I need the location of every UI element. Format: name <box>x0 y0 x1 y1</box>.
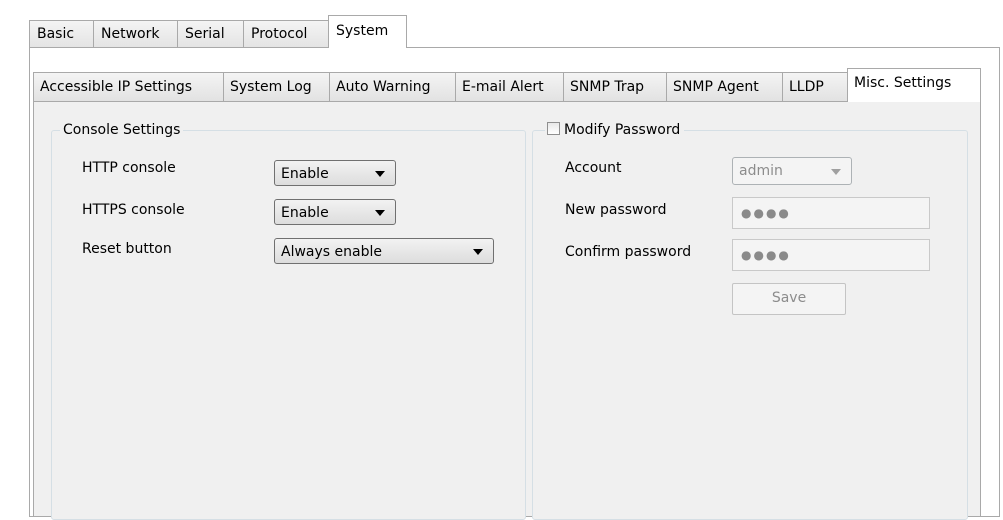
modify-password-group <box>532 130 968 520</box>
https-console-value: Enable <box>281 205 329 221</box>
dropdown-arrow-icon <box>831 169 841 175</box>
account-select[interactable]: admin <box>732 157 852 185</box>
dropdown-arrow-icon <box>473 249 483 255</box>
http-console-select[interactable]: Enable <box>274 160 396 186</box>
http-console-value: Enable <box>281 166 329 182</box>
save-button[interactable]: Save <box>732 283 846 315</box>
reset-button-value: Always enable <box>281 244 382 260</box>
tab-system[interactable]: System <box>328 15 407 48</box>
modify-password-label: Modify Password <box>564 122 681 138</box>
reset-button-label: Reset button <box>82 241 172 257</box>
console-settings-group <box>51 130 526 520</box>
reset-button-select[interactable]: Always enable <box>274 238 494 264</box>
tab-serial[interactable]: Serial <box>177 20 244 47</box>
tab-email-alert[interactable]: E-mail Alert <box>455 72 564 101</box>
new-password-field[interactable]: ●●●● <box>732 197 930 229</box>
tab-system-log[interactable]: System Log <box>223 72 330 101</box>
account-label: Account <box>565 160 622 176</box>
tab-snmp-agent[interactable]: SNMP Agent <box>666 72 783 101</box>
tab-protocol[interactable]: Protocol <box>243 20 329 47</box>
tab-network[interactable]: Network <box>93 20 178 47</box>
modify-password-header: Modify Password <box>545 122 685 138</box>
dropdown-arrow-icon <box>375 171 385 177</box>
tab-basic[interactable]: Basic <box>29 20 94 47</box>
https-console-label: HTTPS console <box>82 202 185 218</box>
confirm-password-label: Confirm password <box>565 244 692 260</box>
tab-accessible-ip-settings[interactable]: Accessible IP Settings <box>33 72 224 101</box>
new-password-label: New password <box>565 202 667 218</box>
tab-snmp-trap[interactable]: SNMP Trap <box>563 72 667 101</box>
tab-lldp[interactable]: LLDP <box>782 72 848 101</box>
http-console-label: HTTP console <box>82 160 176 176</box>
modify-password-checkbox[interactable] <box>547 122 560 135</box>
account-value: admin <box>739 163 783 179</box>
tab-auto-warning[interactable]: Auto Warning <box>329 72 456 101</box>
confirm-password-field[interactable]: ●●●● <box>732 239 930 271</box>
https-console-select[interactable]: Enable <box>274 199 396 225</box>
console-settings-title: Console Settings <box>60 122 184 138</box>
tab-misc-settings[interactable]: Misc. Settings <box>847 68 981 102</box>
dropdown-arrow-icon <box>375 210 385 216</box>
